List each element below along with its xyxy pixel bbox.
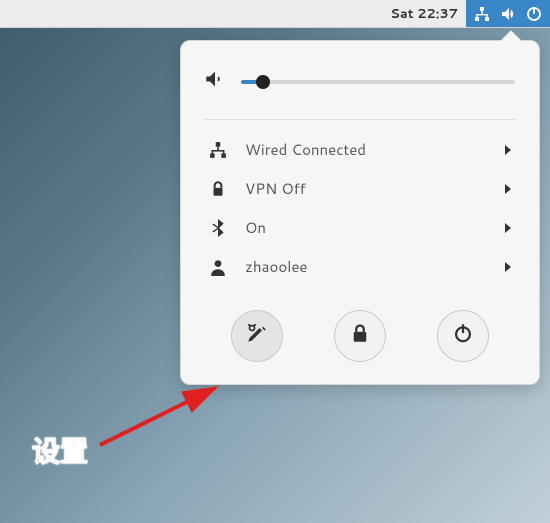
bluetooth-icon	[207, 219, 229, 237]
network-tray-icon[interactable]	[474, 6, 490, 22]
volume-icon	[205, 69, 225, 95]
volume-row	[205, 63, 515, 115]
top-bar: Sat 22:37	[0, 0, 550, 28]
chevron-right-icon	[503, 216, 513, 239]
volume-tray-icon[interactable]	[500, 6, 516, 22]
action-button-row	[205, 310, 515, 362]
chevron-right-icon	[503, 138, 513, 161]
vpn-label: VPN Off	[245, 178, 487, 199]
power-icon	[453, 323, 473, 349]
network-label: Wired Connected	[245, 139, 487, 160]
network-menu-item[interactable]: Wired Connected	[205, 130, 515, 169]
clock: Sat 22:37	[390, 5, 458, 23]
chevron-right-icon	[503, 255, 513, 278]
volume-slider[interactable]	[241, 74, 515, 90]
vpn-menu-item[interactable]: VPN Off	[205, 169, 515, 208]
divider	[205, 119, 515, 120]
power-tray-icon[interactable]	[526, 6, 542, 22]
slider-thumb[interactable]	[256, 75, 270, 89]
network-icon	[207, 141, 229, 159]
lock-icon	[350, 323, 370, 349]
system-tray[interactable]	[466, 0, 550, 27]
settings-button[interactable]	[231, 310, 283, 362]
power-button[interactable]	[437, 310, 489, 362]
annotation-label: 设置	[32, 430, 88, 471]
annotation-arrow	[90, 380, 240, 460]
user-icon	[207, 258, 229, 276]
user-menu-item[interactable]: zhaoolee	[205, 247, 515, 286]
slider-track	[241, 80, 515, 84]
user-label: zhaoolee	[245, 256, 487, 277]
lock-button[interactable]	[334, 310, 386, 362]
bluetooth-label: On	[245, 217, 487, 238]
vpn-icon	[207, 180, 229, 198]
system-menu-popover: Wired Connected VPN Off On zhaoolee	[180, 40, 540, 385]
bluetooth-menu-item[interactable]: On	[205, 208, 515, 247]
chevron-right-icon	[503, 177, 513, 200]
settings-icon	[247, 323, 267, 349]
